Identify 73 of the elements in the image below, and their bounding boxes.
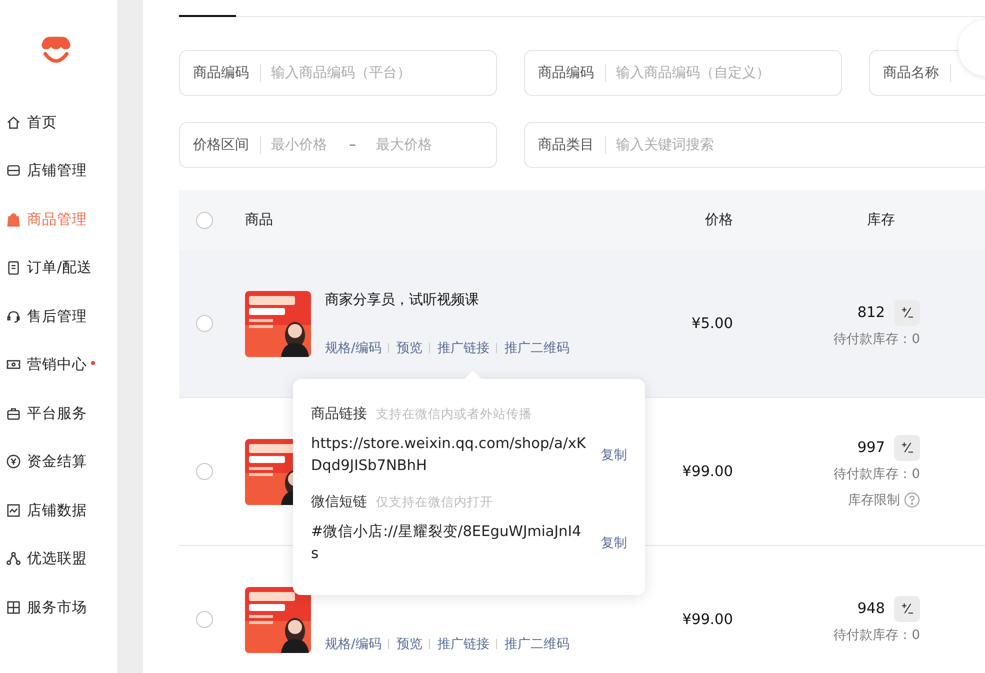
yen-icon xyxy=(6,454,21,470)
field-label: 商品类目 xyxy=(538,136,594,154)
section-title: 商品链接 xyxy=(311,405,367,423)
action-link[interactable]: 规格/编码 xyxy=(325,634,382,652)
nav-item[interactable]: 店铺数据 xyxy=(0,486,117,534)
store-icon xyxy=(6,163,21,178)
plus-minus-icon xyxy=(900,306,914,319)
adjust-stock-button[interactable] xyxy=(894,596,920,622)
help-icon[interactable] xyxy=(904,492,920,508)
nav-item[interactable]: 服务市场 xyxy=(0,583,117,632)
column-header: 库存 xyxy=(866,211,895,229)
price-text: ¥99.00 xyxy=(681,612,733,628)
action-link[interactable]: 推广链接 xyxy=(437,634,490,652)
nav-item[interactable]: 订单/配送 xyxy=(0,244,117,292)
link-text: https://store.weixin.qq.com/shop/a/xKDqd9JISb7NBhH xyxy=(311,435,587,476)
action-link[interactable]: 推广二维码 xyxy=(504,338,570,356)
headset-icon xyxy=(6,308,21,324)
range-dash: – xyxy=(349,137,356,153)
section-hint: 支持在微信内或者外站传播 xyxy=(376,406,532,423)
nav-item[interactable]: 售后管理 xyxy=(0,292,117,340)
min-price-field[interactable]: 最小价格 xyxy=(271,137,343,153)
plus-minus-icon xyxy=(900,441,914,454)
nav-item[interactable]: 首页 xyxy=(0,98,117,146)
clipboard-icon xyxy=(6,260,21,276)
column-header: 商品 xyxy=(244,211,274,229)
stock-count: 948 xyxy=(857,600,885,616)
input-field[interactable]: 输入关键词搜索 xyxy=(616,137,985,153)
briefcase-icon xyxy=(6,406,21,421)
price-text: ¥5.00 xyxy=(690,316,733,332)
input-field[interactable]: 输入商品编码（平台） xyxy=(271,65,496,81)
adjust-stock-button[interactable] xyxy=(894,434,920,460)
plus-minus-icon xyxy=(900,602,914,615)
stock-limit-label: 库存限制 xyxy=(848,492,900,508)
section-title: 微信短链 xyxy=(311,493,367,511)
column-header: 价格 xyxy=(704,211,733,229)
home-icon xyxy=(6,114,21,130)
field-label: 商品编码 xyxy=(193,64,249,82)
field-label: 商品名称 xyxy=(883,64,939,82)
field-label: 商品编码 xyxy=(538,64,594,82)
price-text: ¥99.00 xyxy=(681,464,733,480)
nav-item[interactable]: 优选联盟 xyxy=(0,534,117,583)
nav-item[interactable]: 营销中心 xyxy=(0,340,117,389)
select-all-checkbox[interactable] xyxy=(196,212,212,228)
grid-icon xyxy=(6,600,21,615)
row-checkbox[interactable] xyxy=(196,463,212,480)
action-link[interactable]: 规格/编码 xyxy=(325,338,382,356)
action-link[interactable]: 预览 xyxy=(396,634,422,652)
product-title: 商家分享员，试听视频课 xyxy=(325,290,480,308)
max-price-field[interactable]: 最大价格 xyxy=(376,137,448,153)
copy-link[interactable]: 复制 xyxy=(601,534,627,552)
table-row[interactable]: 商家分享员，试听视频课 规格/编码 预览 推广链接 推广二维码 ¥5.00 812 待付款库存：0 xyxy=(179,250,985,398)
action-link[interactable]: 推广链接 xyxy=(437,338,490,356)
chart-icon xyxy=(6,502,21,518)
field-label: 价格区间 xyxy=(193,136,249,154)
adjust-stock-button[interactable] xyxy=(894,300,920,326)
nodes-icon xyxy=(6,551,21,566)
stock-count: 812 xyxy=(857,304,885,320)
action-link[interactable]: 推广二维码 xyxy=(504,634,570,652)
pending-stock-text: 待付款库存：0 xyxy=(834,466,920,482)
row-checkbox[interactable] xyxy=(196,611,212,628)
input-field[interactable]: 输入商品编码（自定义） xyxy=(616,65,841,81)
nav-item[interactable]: 资金结算 xyxy=(0,438,117,486)
row-checkbox[interactable] xyxy=(196,315,212,332)
action-link[interactable]: 预览 xyxy=(396,338,422,356)
section-hint: 仅支持在微信内打开 xyxy=(376,494,493,511)
pending-stock-text: 待付款库存：0 xyxy=(834,626,920,644)
nav-item[interactable]: 平台服务 xyxy=(0,389,117,438)
pending-stock-text: 待付款库存：0 xyxy=(834,330,920,348)
stock-count: 997 xyxy=(857,440,885,456)
bag-icon xyxy=(6,212,21,227)
copy-link[interactable]: 复制 xyxy=(601,446,627,464)
link-text: #微信小店://星耀裂变/8EEguWJmiaJnI4s xyxy=(311,522,582,564)
nav-item[interactable]: 店铺管理 xyxy=(0,146,117,195)
